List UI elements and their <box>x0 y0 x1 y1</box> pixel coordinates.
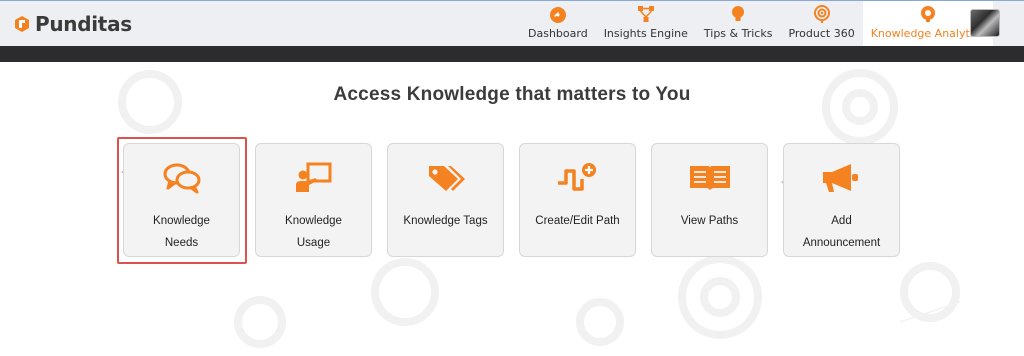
tile-add-announcement[interactable]: Add Announcement <box>783 143 900 257</box>
tile-label-line1: Knowledge <box>285 215 342 227</box>
tags-icon <box>428 166 465 191</box>
chat-bubbles-icon <box>163 163 200 194</box>
tile-view-paths[interactable]: View Paths <box>651 143 768 257</box>
path-add-icon <box>557 163 596 191</box>
tile-knowledge-needs[interactable]: Knowledge Needs <box>123 143 240 257</box>
tile-label-line1: Create/Edit Path <box>535 215 620 227</box>
nav-label: Tips & Tricks <box>703 27 773 40</box>
nav-insights-engine[interactable]: Insights Engine <box>596 1 696 46</box>
tile-label-line1: View Paths <box>680 215 739 227</box>
main-nav: Dashboard Insights Engine Tips & Tricks <box>520 1 993 46</box>
nav-label: Insights Engine <box>603 27 688 40</box>
nav-label: Product 360 <box>788 27 855 40</box>
tile-label-line1: Add <box>831 215 852 227</box>
nav-label: Knowledge Analytics <box>870 27 985 40</box>
dashboard-gauge-icon <box>549 7 566 23</box>
brand-name: Punditas <box>35 12 132 36</box>
lightbulb-icon <box>732 6 745 21</box>
tile-label-line1: Knowledge <box>153 215 210 227</box>
punditas-logo-icon <box>15 16 29 32</box>
nav-dashboard[interactable]: Dashboard <box>520 1 596 46</box>
tile-label-line2: Usage <box>296 237 331 249</box>
brand-logo[interactable]: Punditas <box>13 11 132 37</box>
open-book-icon <box>689 166 730 190</box>
nav-tips-tricks[interactable]: Tips & Tricks <box>696 1 781 46</box>
nav-label: Dashboard <box>528 27 588 40</box>
tile-label-line2: Announcement <box>802 237 881 249</box>
tile-knowledge-usage[interactable]: Knowledge Usage <box>255 143 372 257</box>
nav-product-360[interactable]: Product 360 <box>780 1 862 46</box>
tile-create-edit-path[interactable]: Create/Edit Path <box>519 143 636 257</box>
megaphone-icon <box>822 164 858 192</box>
user-avatar[interactable] <box>970 9 1000 37</box>
tile-knowledge-tags[interactable]: Knowledge Tags <box>387 143 504 257</box>
gear-bulb-icon <box>920 6 935 22</box>
tile-label-line1: Knowledge Tags <box>403 215 488 227</box>
radar-target-icon <box>813 5 830 23</box>
network-nodes-icon <box>637 6 654 22</box>
top-navigation-bar: Punditas Dashboard Insights Engine Tips … <box>0 0 1024 46</box>
page-heading: Access Knowledge that matters to You <box>333 84 691 105</box>
presenter-board-icon <box>295 162 331 192</box>
header-divider-bar <box>0 46 1024 62</box>
tile-label-line2: Needs <box>164 237 199 249</box>
